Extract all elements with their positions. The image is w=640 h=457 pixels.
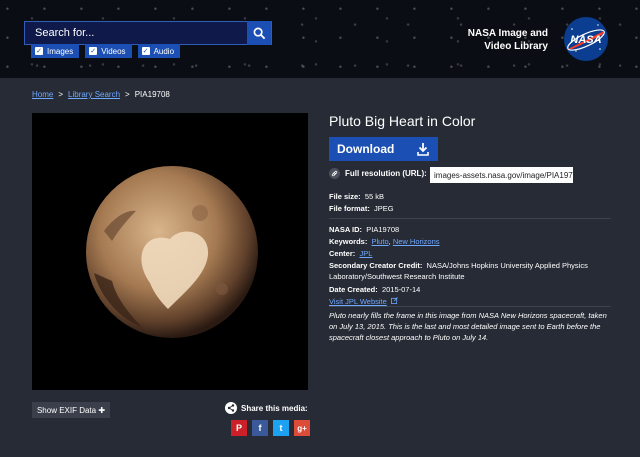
pluto-image	[86, 166, 258, 338]
site-brand[interactable]: NASA Image and Video Library	[468, 27, 548, 53]
nasa-id-label: NASA ID:	[329, 225, 363, 234]
creator-value-line-1: NASA/Johns Hopkins University Applied Ph…	[426, 261, 588, 270]
breadcrumb-library-search[interactable]: Library Search	[68, 90, 120, 99]
share-icon	[225, 402, 237, 414]
download-button[interactable]: Download	[329, 137, 438, 161]
breadcrumb-separator: >	[125, 90, 130, 99]
brand-line-1: NASA Image and	[467, 28, 548, 39]
share-label: Share this media:	[241, 403, 308, 413]
download-label: Download	[337, 142, 395, 156]
search-input[interactable]	[25, 22, 247, 44]
creator-row: Secondary Creator Credit: NASA/Johns Hop…	[329, 260, 611, 282]
pinterest-icon[interactable]: P	[231, 420, 247, 436]
creator-value-line-2: Laboratory/Southwest Research Institute	[329, 272, 465, 281]
share-media: Share this media:	[225, 402, 308, 414]
file-format-row: File format: JPEG	[329, 203, 394, 214]
file-size-row: File size: 55 kB	[329, 191, 384, 202]
nasa-id-row: NASA ID: PIA19708	[329, 224, 399, 235]
file-size-value: 55 kB	[364, 192, 385, 201]
show-exif-button[interactable]: Show EXIF Data ✚	[32, 402, 110, 418]
svg-text:NASA: NASA	[570, 34, 601, 46]
divider	[329, 218, 611, 219]
keyword-link-pluto[interactable]: Pluto	[372, 237, 389, 246]
media-type-filters: ✓ Images ✓ Videos ✓ Audio	[31, 44, 181, 58]
filter-images[interactable]: ✓ Images	[31, 44, 80, 58]
link-icon	[329, 168, 340, 179]
checkbox-audio[interactable]: ✓	[141, 47, 150, 55]
social-share-buttons: P f t g+	[231, 420, 310, 436]
fullres-row: Full resolution (URL):	[329, 168, 427, 179]
checkbox-videos[interactable]: ✓	[89, 47, 98, 55]
nasa-logo-icon[interactable]: NASA	[562, 15, 610, 63]
date-value: 2015-07-14	[381, 285, 421, 294]
breadcrumb-current: PIA19708	[134, 90, 170, 99]
file-format-value: JPEG	[374, 204, 394, 213]
site-header: ✓ Images ✓ Videos ✓ Audio NASA Image and…	[0, 0, 640, 78]
date-label: Date Created:	[329, 285, 378, 294]
google-plus-icon[interactable]: g+	[294, 420, 310, 436]
twitter-icon[interactable]: t	[273, 420, 289, 436]
breadcrumb: Home > Library Search > PIA19708	[32, 90, 170, 99]
center-label: Center:	[329, 249, 356, 258]
search-box	[24, 21, 272, 45]
visit-jpl-link[interactable]: Visit JPL Website	[329, 297, 387, 306]
download-icon	[417, 143, 429, 156]
keyword-separator: ,	[388, 237, 391, 246]
search-button[interactable]	[247, 21, 271, 45]
keywords-label: Keywords:	[329, 237, 368, 246]
facebook-icon[interactable]: f	[252, 420, 268, 436]
media-description: Pluto nearly fills the frame in this ima…	[329, 311, 607, 342]
center-row: Center: JPL	[329, 248, 372, 259]
filter-label: Videos	[101, 46, 126, 56]
filter-videos[interactable]: ✓ Videos	[85, 44, 132, 58]
breadcrumb-separator: >	[58, 90, 64, 99]
keyword-link-new-horizons[interactable]: New Horizons	[393, 237, 440, 246]
filter-label: Audio	[153, 46, 175, 56]
filter-label: Images	[47, 46, 74, 56]
external-link-icon	[390, 297, 398, 304]
page-title: Pluto Big Heart in Color	[329, 113, 476, 129]
brand-line-2: Video Library	[484, 41, 548, 52]
fullres-label: Full resolution (URL):	[345, 169, 427, 178]
date-row: Date Created: 2015-07-14	[329, 284, 420, 295]
nasa-id-value: PIA19708	[366, 225, 400, 234]
search-icon	[253, 27, 265, 39]
checkbox-images[interactable]: ✓	[35, 47, 43, 55]
center-link[interactable]: JPL	[359, 249, 372, 258]
breadcrumb-home[interactable]: Home	[32, 90, 53, 99]
media-image[interactable]	[32, 113, 308, 390]
keywords-row: Keywords: Pluto, New Horizons	[329, 236, 440, 247]
creator-label: Secondary Creator Credit:	[329, 261, 423, 270]
file-format-label: File format:	[329, 204, 370, 213]
divider	[329, 306, 611, 307]
filter-audio[interactable]: ✓ Audio	[137, 44, 181, 58]
fullres-url-field[interactable]	[430, 167, 573, 183]
file-size-label: File size:	[329, 192, 361, 201]
